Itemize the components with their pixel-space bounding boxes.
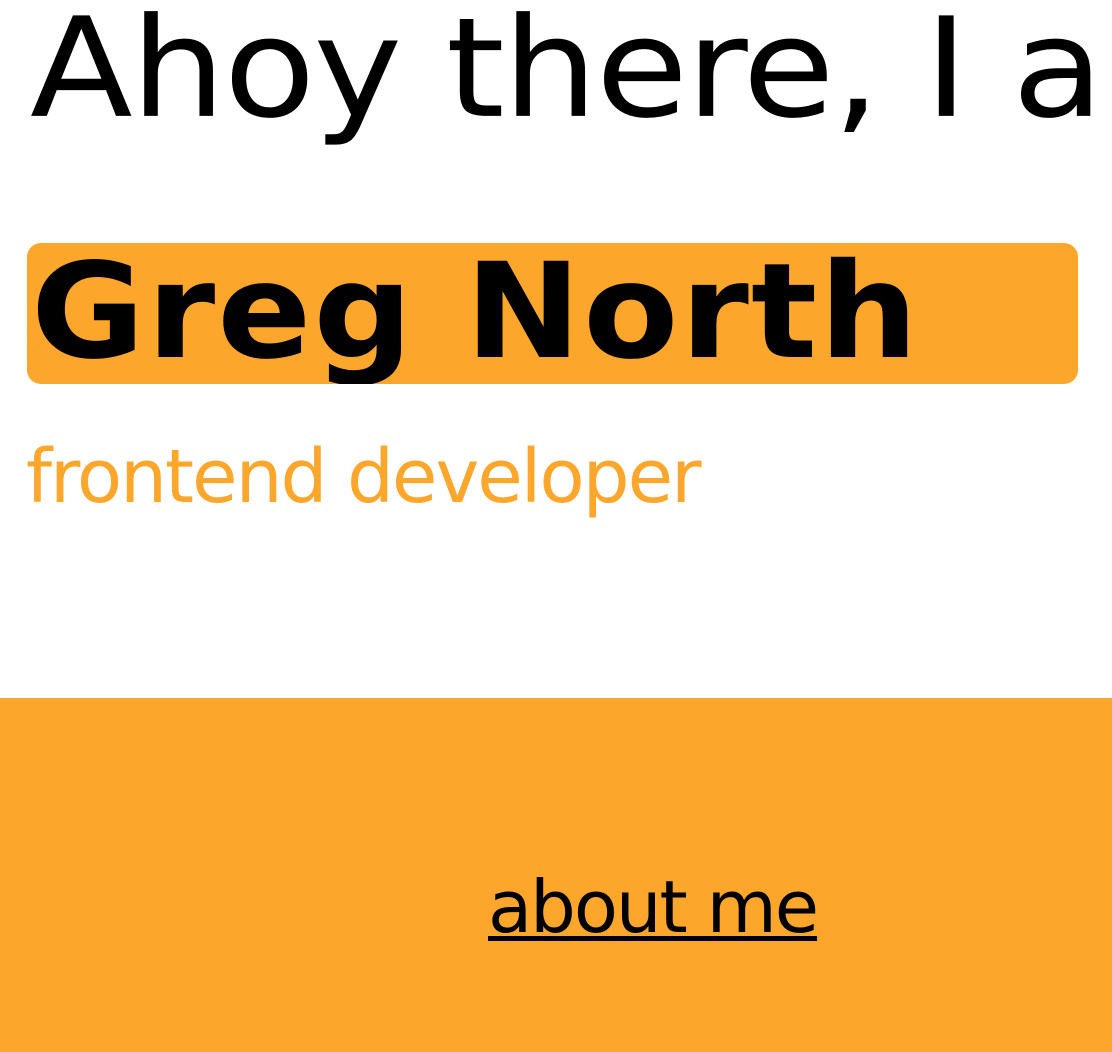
name-heading: Greg North — [31, 243, 921, 384]
page: Ahoy there, I a Greg North frontend deve… — [0, 0, 1112, 1052]
about-section: about me — [0, 698, 1112, 1052]
role-subtitle: frontend developer — [26, 434, 702, 520]
greeting-heading: Ahoy there, I a — [30, 0, 1104, 150]
hero-section: Ahoy there, I a Greg North frontend deve… — [0, 0, 1112, 698]
name-highlight: Greg North — [27, 243, 1078, 384]
about-me-link[interactable]: about me — [488, 866, 819, 948]
